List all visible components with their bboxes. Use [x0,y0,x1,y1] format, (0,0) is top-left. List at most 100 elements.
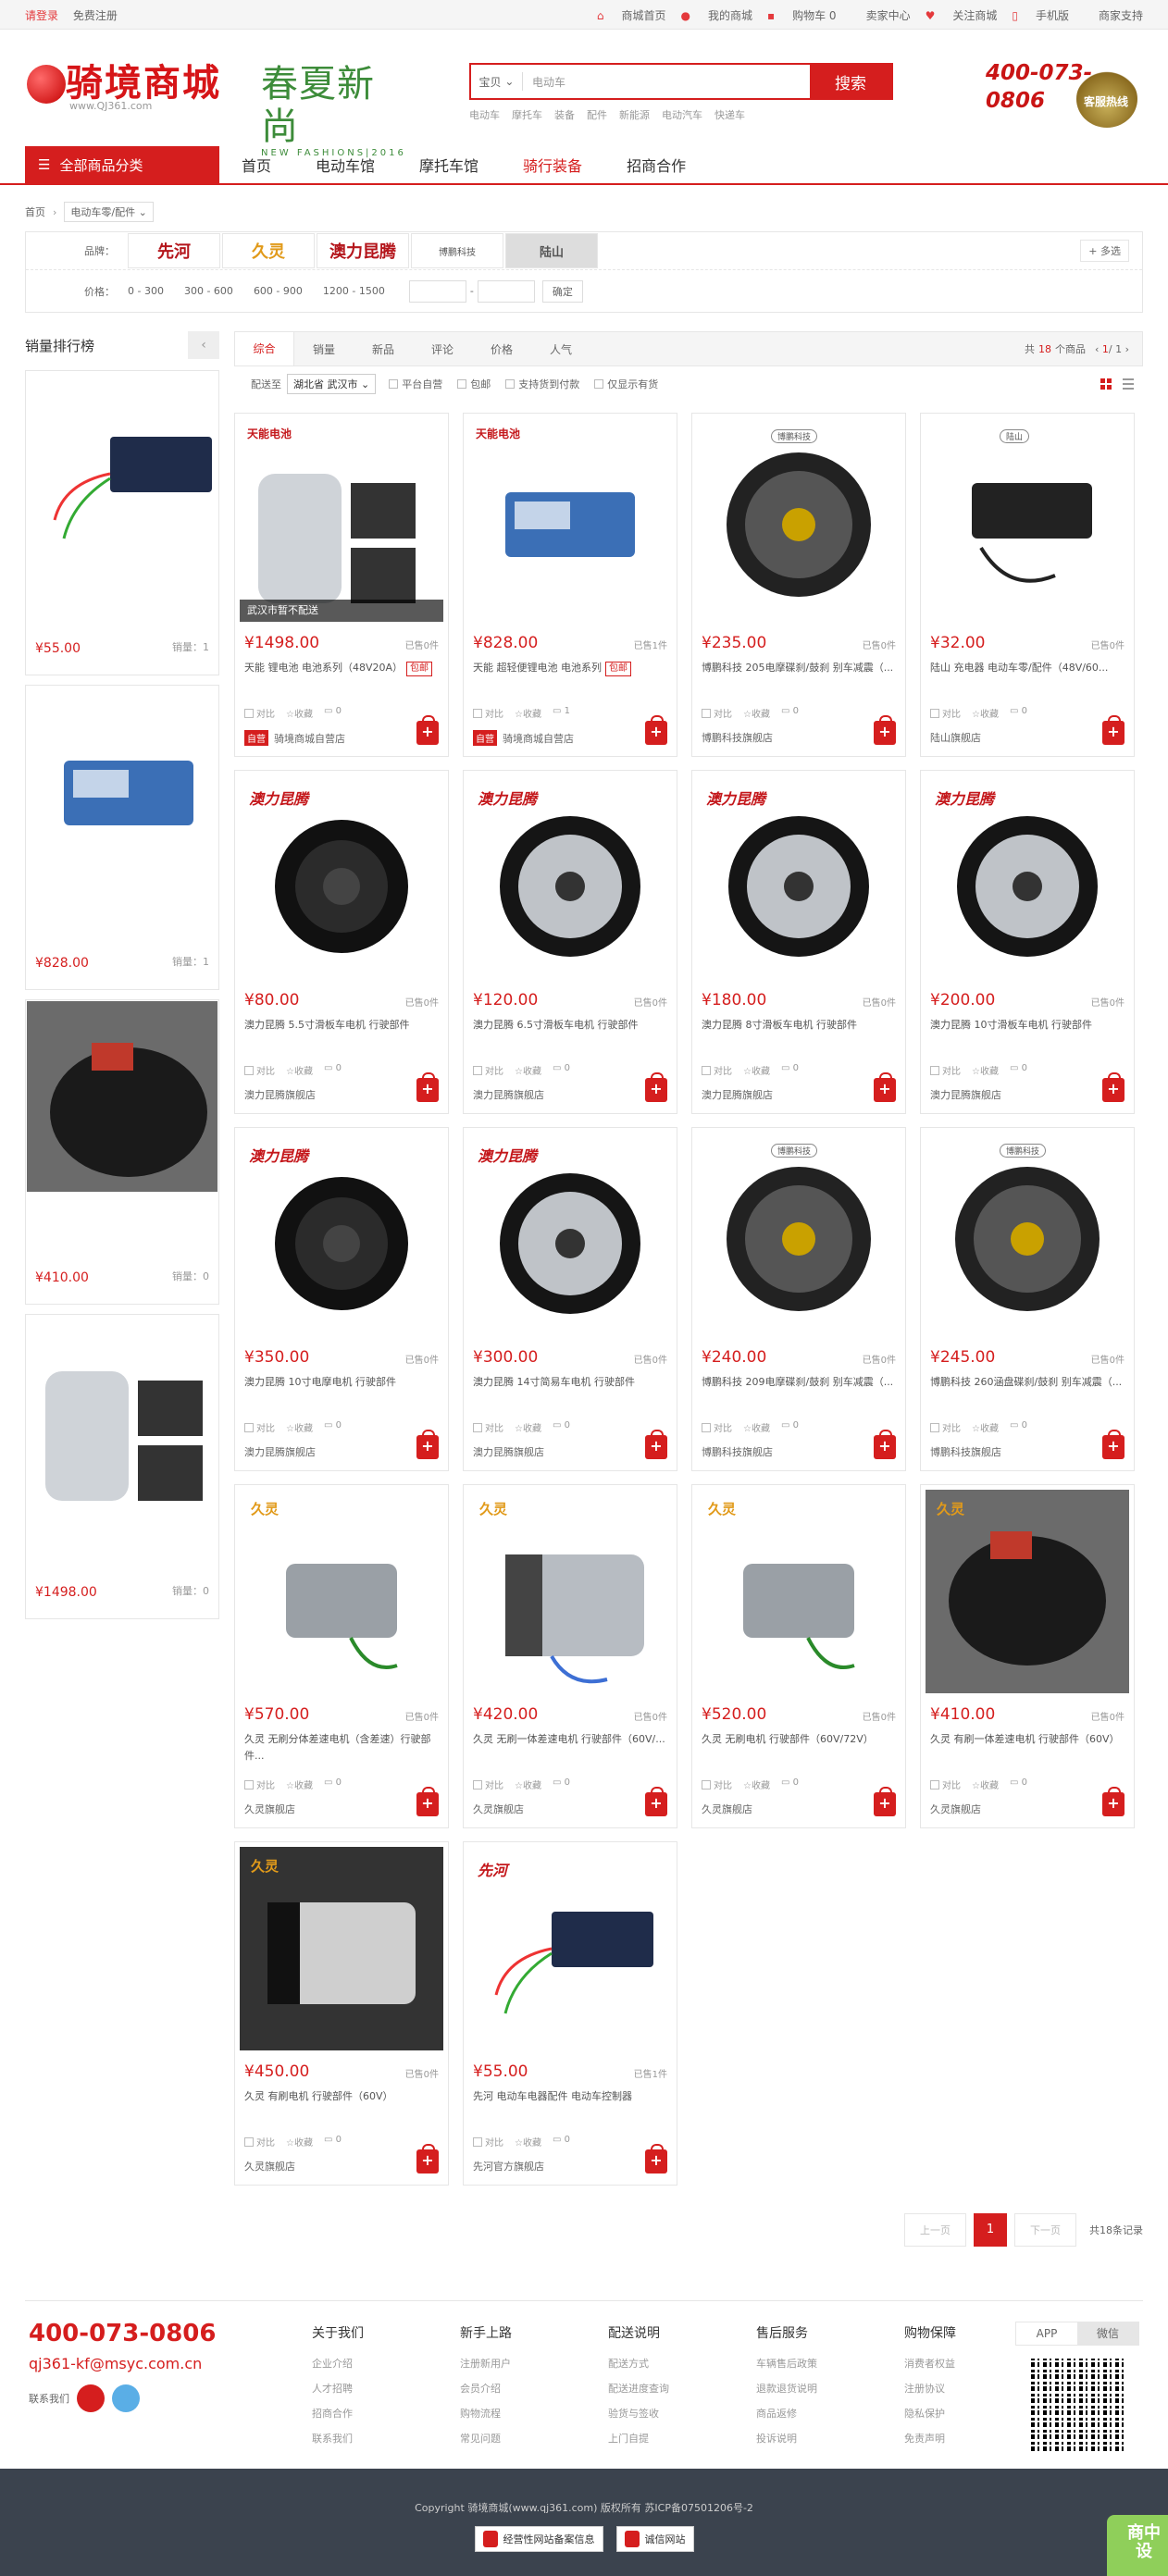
icp-badge[interactable]: 经营性网站备案信息 [474,2526,603,2552]
compare-checkbox[interactable]: 对比 [244,706,275,720]
comments-count[interactable]: ▭ 0 [553,1420,570,1434]
compare-checkbox[interactable]: 对比 [244,1777,275,1791]
comments-count[interactable]: ▭ 0 [553,2135,570,2149]
ranking-item[interactable]: ¥410.00 销量：0 [25,999,219,1305]
footer-link[interactable]: 会员介绍 [460,2376,580,2401]
compare-checkbox[interactable]: 对比 [473,706,503,720]
footer-link[interactable]: 商品返修 [756,2401,876,2426]
page-1-button[interactable]: 1 [974,2213,1007,2247]
ranking-item[interactable]: ¥828.00 销量：1 [25,685,219,990]
shop-name[interactable]: 久灵旗舰店 [473,1802,524,1816]
add-to-cart-icon[interactable] [645,1787,667,1816]
footer-link[interactable]: 联系我们 [312,2426,432,2451]
brand-bopeng[interactable]: 博鹏科技 [411,233,503,268]
product-image[interactable]: 澳力昆腾 [240,775,443,979]
shop-name[interactable]: 澳力昆腾旗舰店 [244,1087,316,1102]
add-to-cart-icon[interactable] [416,2144,439,2174]
shop-name[interactable]: 久灵旗舰店 [244,2159,295,2174]
add-to-cart-icon[interactable] [645,1072,667,1102]
product-image[interactable]: 澳力昆腾 [240,1133,443,1336]
product-image[interactable]: 博鹏科技 [697,418,901,622]
shop-name[interactable]: 自营 骑境商城自营店 [244,730,345,746]
footer-link[interactable]: 配送方式 [608,2351,728,2376]
compare-checkbox[interactable]: 对比 [930,1063,961,1077]
add-to-cart-icon[interactable] [874,1072,896,1102]
collect-button[interactable]: ☆收藏 [515,2135,541,2149]
compare-checkbox[interactable]: 对比 [702,1063,732,1077]
add-to-cart-icon[interactable] [1102,1430,1125,1459]
collect-button[interactable]: ☆收藏 [286,2135,313,2149]
price-max-input[interactable] [477,279,535,303]
collect-button[interactable]: ☆收藏 [743,1063,770,1077]
spring-banner[interactable]: 春夏新尚 NEW FASHIONS|2016 [261,63,409,158]
compare-checkbox[interactable]: 对比 [244,2135,275,2149]
compare-checkbox[interactable]: 对比 [930,1420,961,1434]
shop-name[interactable]: 澳力昆腾旗舰店 [473,1087,544,1102]
product-name[interactable]: 陆山 充电器 电动车零/配件（48V/60... [930,660,1125,693]
add-to-cart-icon[interactable] [874,1787,896,1816]
region-select[interactable]: 湖北省 武汉市 ⌄ [287,374,377,394]
product-image[interactable]: 久灵 [926,1490,1129,1693]
top-link-6[interactable]: 商家支持 [1084,9,1143,22]
shop-name[interactable]: 先河官方旗舰店 [473,2159,544,2174]
shop-name[interactable]: 澳力昆腾旗舰店 [930,1087,1001,1102]
product-card[interactable]: 博鹏科技 ¥235.00 已售0件 博鹏科技 205电摩碟刹/鼓刹 别车减震（... 对… [691,413,906,757]
footer-link[interactable]: 注册协议 [904,2376,1025,2401]
comments-count[interactable]: ▭ 0 [781,1420,799,1434]
product-card[interactable]: 久灵 ¥520.00 已售0件 久灵 无刷电机 行驶部件（60V/72V） 对比 ☆收藏 ▭… [691,1484,906,1828]
comments-count[interactable]: ▭ 0 [781,706,799,720]
product-image[interactable]: 久灵 [468,1490,672,1693]
footer-link[interactable]: 企业介绍 [312,2351,432,2376]
product-name[interactable]: 久灵 有刷一体差速电机 行驶部件（60V） [930,1731,1125,1765]
collect-button[interactable]: ☆收藏 [743,1777,770,1791]
grid-view-icon[interactable] [1100,378,1112,390]
product-image[interactable]: 先河 [468,1847,672,2050]
product-card[interactable]: 澳力昆腾 ¥80.00 已售0件 澳力昆腾 5.5寸滑板车电机 行驶部件 对比 ☆收藏 ▭ … [234,770,449,1114]
add-to-cart-icon[interactable] [416,715,439,745]
product-image[interactable] [27,687,217,877]
add-to-cart-icon[interactable] [645,2144,667,2174]
product-image[interactable]: 博鹏科技 [926,1133,1129,1336]
collect-button[interactable]: ☆收藏 [515,706,541,720]
product-image[interactable] [27,1001,217,1192]
collect-button[interactable]: ☆收藏 [972,1420,999,1434]
compare-checkbox[interactable]: 对比 [473,1063,503,1077]
add-to-cart-icon[interactable] [1102,715,1125,745]
product-name[interactable]: 澳力昆腾 10寸滑板车电机 行驶部件 [930,1017,1125,1050]
footer-link[interactable]: 购物流程 [460,2401,580,2426]
comments-count[interactable]: ▭ 0 [553,1777,570,1791]
footer-link[interactable]: 常见问题 [460,2426,580,2451]
nav-item-4[interactable]: 招商合作 [604,146,708,183]
shop-name[interactable]: 博鹏科技旗舰店 [702,1444,773,1459]
shop-name[interactable]: 自营 骑境商城自营店 [473,730,574,746]
footer-link[interactable]: 退款退货说明 [756,2376,876,2401]
brand-aolikunteng[interactable]: 澳力昆腾 [317,233,409,268]
hot-word-0[interactable]: 电动车 [469,109,500,121]
comments-count[interactable]: ▭ 0 [553,1063,570,1077]
shop-name[interactable]: 博鹏科技旗舰店 [930,1444,1001,1459]
product-name[interactable]: 久灵 无刷一体差速电机 行驶部件（60V/... [473,1731,667,1765]
product-card[interactable]: 天能电池 ¥828.00 已售1件 天能 超轻便锂电池 电池系列 包邮 对比 ☆收藏 ▭ 1 自… [463,413,677,757]
price-range-2[interactable]: 600 - 900 [254,285,303,297]
footer-link[interactable]: 注册新用户 [460,2351,580,2376]
compare-checkbox[interactable]: 对比 [702,1420,732,1434]
product-name[interactable]: 久灵 无刷分体差速电机（含差速）行驶部件... [244,1731,439,1765]
chevron-left-icon[interactable]: ‹ [1095,343,1102,355]
product-name[interactable]: 澳力昆腾 10寸电摩电机 行驶部件 [244,1374,439,1407]
compare-checkbox[interactable]: 对比 [702,706,732,720]
compare-checkbox[interactable]: 对比 [473,2135,503,2149]
footer-link[interactable]: 验货与签收 [608,2401,728,2426]
breadcrumb-home[interactable]: 首页 [25,204,45,219]
add-to-cart-icon[interactable] [645,1430,667,1459]
collect-button[interactable]: ☆收藏 [286,1063,313,1077]
add-to-cart-icon[interactable] [416,1787,439,1816]
footer-email[interactable]: qj361-kf@msyc.com.cn [29,2355,202,2372]
product-image[interactable]: 澳力昆腾 [697,775,901,979]
brand-jiuling[interactable]: 久灵 [222,233,315,268]
product-card[interactable]: 澳力昆腾 ¥180.00 已售0件 澳力昆腾 8寸滑板车电机 行驶部件 对比 ☆收藏 ▭ 0… [691,770,906,1114]
shop-name[interactable]: 陆山旗舰店 [930,730,981,745]
collect-button[interactable]: ☆收藏 [972,706,999,720]
footer-link[interactable]: 车辆售后政策 [756,2351,876,2376]
hot-word-3[interactable]: 配件 [587,109,607,121]
hot-word-6[interactable]: 快递车 [714,109,745,121]
